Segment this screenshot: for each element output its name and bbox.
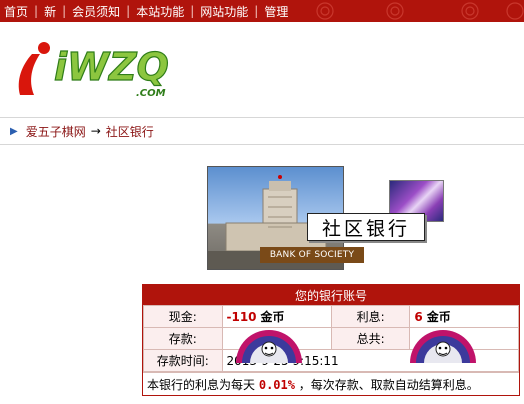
nav-web-functions[interactable]: 网站功能 (200, 3, 248, 20)
interest-value: 6 (414, 310, 423, 324)
total-label: 总共: (330, 327, 411, 350)
cash-unit: 金币 (260, 310, 285, 324)
bank-caption: BANK OF SOCIETY (260, 247, 364, 263)
nav-home[interactable]: 首页 (4, 3, 28, 20)
nav-site-functions[interactable]: 本站功能 (136, 3, 184, 20)
nav-admin[interactable]: 管理 (264, 3, 288, 20)
nav-member-notice[interactable]: 会员须知 (72, 3, 120, 20)
nav-new[interactable]: 新 (44, 3, 56, 20)
site-logo[interactable]: iWZQ .COM (14, 40, 204, 102)
breadcrumb-current-link[interactable]: 社区银行 (106, 123, 154, 140)
logo-main: iWZQ (54, 45, 169, 89)
note-rate: 0.01% (258, 378, 295, 392)
interest-label: 利息: (330, 305, 411, 328)
bank-title: 社区银行 (307, 213, 425, 241)
cash-value: -110 (226, 310, 257, 324)
note-suffix: ，每次存款、取款自动结算利息。 (298, 378, 479, 392)
breadcrumb-arrow: → (90, 124, 101, 138)
breadcrumb-home-link[interactable]: 爱五子棋网 (26, 123, 86, 140)
interest-note: 本银行的利息为每天 0.01% ，每次存款、取款自动结算利息。 (143, 372, 519, 396)
deposit-label: 存款: (143, 327, 223, 350)
account-header: 您的银行账号 (143, 285, 519, 305)
logo-sub: .COM (136, 88, 166, 99)
mask-fan-image-right (410, 330, 476, 363)
interest-unit: 金币 (426, 310, 451, 324)
note-prefix: 本银行的利息为每天 (147, 378, 256, 392)
interest-cell: 6 金币 (409, 305, 519, 328)
breadcrumb-bullet-icon: ▶ (10, 125, 18, 137)
top-nav: 首页 | 新 | 会员须知 | 本站功能 | 网站功能 | 管理 (0, 0, 524, 22)
mask-fan-image-left (236, 330, 302, 363)
deposit-time-label: 存款时间: (143, 349, 223, 372)
breadcrumb: ▶ 爱五子棋网 → 社区银行 (0, 117, 524, 145)
cash-cell: -110 金币 (221, 305, 332, 328)
cash-label: 现金: (143, 305, 223, 328)
